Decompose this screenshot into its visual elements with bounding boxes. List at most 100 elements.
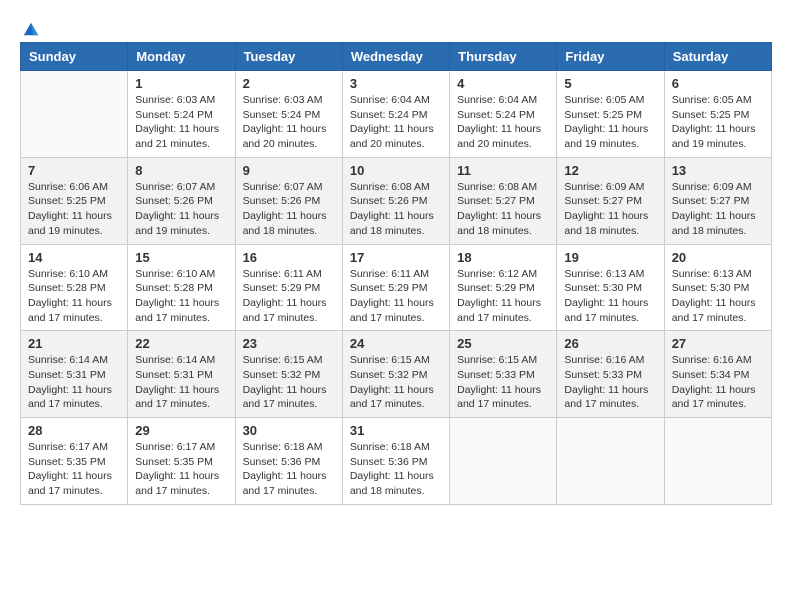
sunrise-label: Sunrise: 6:14 AM [135, 354, 215, 366]
daylight-label: Daylight: 11 hours and 19 minutes. [564, 123, 648, 150]
day-info: Sunrise: 6:05 AM Sunset: 5:25 PM Dayligh… [672, 93, 764, 152]
sunset-label: Sunset: 5:35 PM [28, 456, 106, 468]
sunset-label: Sunset: 5:31 PM [135, 369, 213, 381]
day-info: Sunrise: 6:14 AM Sunset: 5:31 PM Dayligh… [28, 353, 120, 412]
sunset-label: Sunset: 5:25 PM [28, 195, 106, 207]
day-info: Sunrise: 6:09 AM Sunset: 5:27 PM Dayligh… [672, 180, 764, 239]
sunset-label: Sunset: 5:27 PM [457, 195, 535, 207]
day-info: Sunrise: 6:11 AM Sunset: 5:29 PM Dayligh… [243, 267, 335, 326]
sunset-label: Sunset: 5:32 PM [243, 369, 321, 381]
weekday-header-wednesday: Wednesday [342, 43, 449, 71]
day-number: 6 [672, 76, 764, 91]
sunset-label: Sunset: 5:24 PM [350, 109, 428, 121]
day-number: 13 [672, 163, 764, 178]
sunrise-label: Sunrise: 6:15 AM [243, 354, 323, 366]
day-number: 1 [135, 76, 227, 91]
day-number: 29 [135, 423, 227, 438]
day-info: Sunrise: 6:12 AM Sunset: 5:29 PM Dayligh… [457, 267, 549, 326]
sunrise-label: Sunrise: 6:05 AM [672, 94, 752, 106]
sunrise-label: Sunrise: 6:04 AM [457, 94, 537, 106]
sunset-label: Sunset: 5:34 PM [672, 369, 750, 381]
sunset-label: Sunset: 5:32 PM [350, 369, 428, 381]
sunrise-label: Sunrise: 6:17 AM [135, 441, 215, 453]
daylight-label: Daylight: 11 hours and 17 minutes. [135, 470, 219, 497]
day-number: 21 [28, 336, 120, 351]
sunrise-label: Sunrise: 6:18 AM [350, 441, 430, 453]
daylight-label: Daylight: 11 hours and 17 minutes. [672, 297, 756, 324]
day-number: 15 [135, 250, 227, 265]
sunrise-label: Sunrise: 6:12 AM [457, 268, 537, 280]
week-row-2: 7 Sunrise: 6:06 AM Sunset: 5:25 PM Dayli… [21, 157, 772, 244]
day-number: 7 [28, 163, 120, 178]
day-info: Sunrise: 6:13 AM Sunset: 5:30 PM Dayligh… [672, 267, 764, 326]
header [20, 20, 772, 32]
sunset-label: Sunset: 5:26 PM [243, 195, 321, 207]
day-cell: 9 Sunrise: 6:07 AM Sunset: 5:26 PM Dayli… [235, 157, 342, 244]
daylight-label: Daylight: 11 hours and 20 minutes. [243, 123, 327, 150]
day-number: 12 [564, 163, 656, 178]
sunset-label: Sunset: 5:36 PM [243, 456, 321, 468]
sunset-label: Sunset: 5:33 PM [564, 369, 642, 381]
daylight-label: Daylight: 11 hours and 17 minutes. [457, 297, 541, 324]
day-info: Sunrise: 6:15 AM Sunset: 5:33 PM Dayligh… [457, 353, 549, 412]
logo-text [20, 20, 40, 38]
day-info: Sunrise: 6:18 AM Sunset: 5:36 PM Dayligh… [350, 440, 442, 499]
sunset-label: Sunset: 5:26 PM [135, 195, 213, 207]
day-info: Sunrise: 6:08 AM Sunset: 5:27 PM Dayligh… [457, 180, 549, 239]
daylight-label: Daylight: 11 hours and 19 minutes. [28, 210, 112, 237]
sunset-label: Sunset: 5:24 PM [135, 109, 213, 121]
daylight-label: Daylight: 11 hours and 18 minutes. [564, 210, 648, 237]
sunrise-label: Sunrise: 6:13 AM [564, 268, 644, 280]
day-number: 8 [135, 163, 227, 178]
day-number: 23 [243, 336, 335, 351]
daylight-label: Daylight: 11 hours and 17 minutes. [243, 470, 327, 497]
day-cell: 28 Sunrise: 6:17 AM Sunset: 5:35 PM Dayl… [21, 418, 128, 505]
day-cell [557, 418, 664, 505]
daylight-label: Daylight: 11 hours and 18 minutes. [243, 210, 327, 237]
sunrise-label: Sunrise: 6:10 AM [135, 268, 215, 280]
day-cell: 23 Sunrise: 6:15 AM Sunset: 5:32 PM Dayl… [235, 331, 342, 418]
day-info: Sunrise: 6:14 AM Sunset: 5:31 PM Dayligh… [135, 353, 227, 412]
day-cell: 3 Sunrise: 6:04 AM Sunset: 5:24 PM Dayli… [342, 71, 449, 158]
day-number: 28 [28, 423, 120, 438]
day-cell: 21 Sunrise: 6:14 AM Sunset: 5:31 PM Dayl… [21, 331, 128, 418]
weekday-header-saturday: Saturday [664, 43, 771, 71]
day-info: Sunrise: 6:08 AM Sunset: 5:26 PM Dayligh… [350, 180, 442, 239]
daylight-label: Daylight: 11 hours and 19 minutes. [672, 123, 756, 150]
day-cell: 27 Sunrise: 6:16 AM Sunset: 5:34 PM Dayl… [664, 331, 771, 418]
calendar: SundayMondayTuesdayWednesdayThursdayFrid… [20, 42, 772, 505]
sunrise-label: Sunrise: 6:09 AM [564, 181, 644, 193]
day-cell: 5 Sunrise: 6:05 AM Sunset: 5:25 PM Dayli… [557, 71, 664, 158]
day-info: Sunrise: 6:03 AM Sunset: 5:24 PM Dayligh… [135, 93, 227, 152]
day-number: 17 [350, 250, 442, 265]
sunrise-label: Sunrise: 6:13 AM [672, 268, 752, 280]
day-cell: 8 Sunrise: 6:07 AM Sunset: 5:26 PM Dayli… [128, 157, 235, 244]
day-number: 4 [457, 76, 549, 91]
day-info: Sunrise: 6:10 AM Sunset: 5:28 PM Dayligh… [135, 267, 227, 326]
sunrise-label: Sunrise: 6:05 AM [564, 94, 644, 106]
day-number: 9 [243, 163, 335, 178]
sunset-label: Sunset: 5:24 PM [457, 109, 535, 121]
sunrise-label: Sunrise: 6:07 AM [243, 181, 323, 193]
daylight-label: Daylight: 11 hours and 17 minutes. [28, 470, 112, 497]
day-number: 25 [457, 336, 549, 351]
daylight-label: Daylight: 11 hours and 20 minutes. [457, 123, 541, 150]
sunset-label: Sunset: 5:27 PM [672, 195, 750, 207]
logo [20, 20, 40, 32]
day-number: 10 [350, 163, 442, 178]
day-info: Sunrise: 6:13 AM Sunset: 5:30 PM Dayligh… [564, 267, 656, 326]
weekday-header-tuesday: Tuesday [235, 43, 342, 71]
daylight-label: Daylight: 11 hours and 17 minutes. [135, 297, 219, 324]
sunrise-label: Sunrise: 6:09 AM [672, 181, 752, 193]
sunrise-label: Sunrise: 6:16 AM [564, 354, 644, 366]
day-cell: 29 Sunrise: 6:17 AM Sunset: 5:35 PM Dayl… [128, 418, 235, 505]
day-info: Sunrise: 6:06 AM Sunset: 5:25 PM Dayligh… [28, 180, 120, 239]
day-number: 31 [350, 423, 442, 438]
day-number: 20 [672, 250, 764, 265]
day-cell: 2 Sunrise: 6:03 AM Sunset: 5:24 PM Dayli… [235, 71, 342, 158]
day-info: Sunrise: 6:04 AM Sunset: 5:24 PM Dayligh… [350, 93, 442, 152]
sunset-label: Sunset: 5:31 PM [28, 369, 106, 381]
weekday-header-sunday: Sunday [21, 43, 128, 71]
weekday-header-thursday: Thursday [450, 43, 557, 71]
day-cell: 30 Sunrise: 6:18 AM Sunset: 5:36 PM Dayl… [235, 418, 342, 505]
